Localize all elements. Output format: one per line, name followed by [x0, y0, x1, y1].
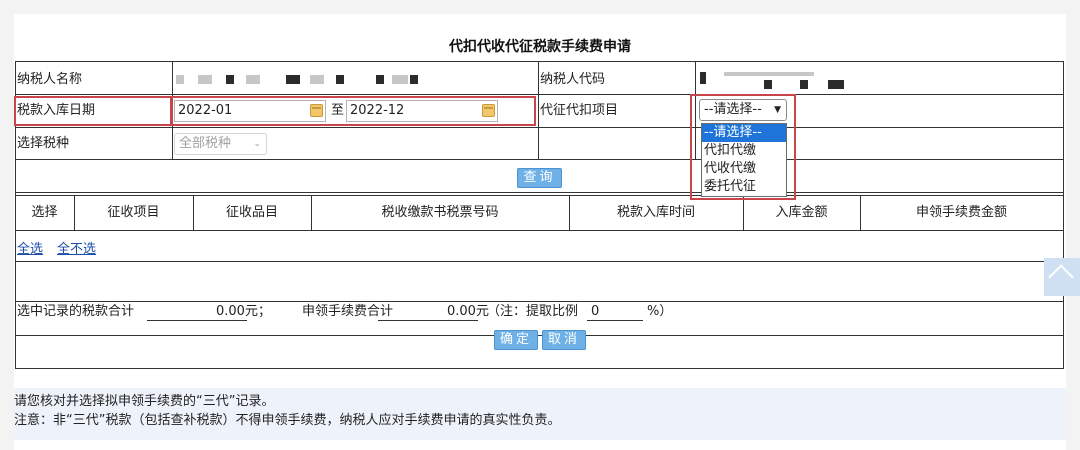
grid-line	[16, 230, 1063, 231]
project-option-withhold[interactable]: 代扣代缴	[702, 142, 786, 160]
redacted-taxpayer-code	[700, 72, 706, 84]
grid-line	[16, 94, 1063, 95]
select-all-link[interactable]: 全选	[17, 238, 43, 257]
taxpayer-name-label: 纳税人名称	[17, 72, 83, 87]
grid-line	[16, 192, 1063, 193]
taxpayer-code-label: 纳税人代码	[540, 72, 606, 87]
redacted-taxpayer-name	[176, 75, 184, 84]
redacted-taxpayer-name	[376, 75, 384, 84]
grid-line	[16, 127, 1063, 128]
calendar-icon[interactable]	[482, 104, 495, 117]
grid-line	[16, 335, 1063, 336]
grid-line	[172, 127, 173, 159]
redacted-taxpayer-name	[310, 75, 324, 84]
project-option-please-select[interactable]: --请选择--	[702, 124, 786, 142]
column-header-tax-date: 税款入库时间	[616, 205, 695, 220]
project-option-entrusted[interactable]: 委托代征	[702, 178, 786, 196]
notes-panel: 请您核对并选择拟申领手续费的“三代”记录。 注意：非“三代”税款（包括查补税款）…	[14, 388, 1066, 440]
back-to-top-icon	[1048, 264, 1074, 290]
redacted-taxpayer-name	[286, 75, 300, 84]
chevron-down-icon: ⌄	[253, 139, 261, 149]
ratio-suffix: %）	[647, 304, 673, 319]
ratio-value: 0	[591, 304, 600, 319]
redacted-taxpayer-code	[828, 80, 844, 89]
redacted-taxpayer-name	[336, 75, 344, 84]
column-header-levy-item: 征收品目	[225, 205, 278, 220]
grid-line	[16, 159, 1063, 160]
redacted-taxpayer-code	[800, 80, 808, 89]
tax-type-label: 选择税种	[17, 136, 70, 151]
tax-date-label: 税款入库日期	[17, 103, 96, 118]
date-to-input[interactable]: 2022-12	[346, 100, 498, 122]
date-to-value: 2022-12	[350, 103, 405, 118]
grid-line	[16, 261, 1063, 262]
grid-line	[16, 301, 1063, 302]
redacted-taxpayer-code	[724, 72, 814, 76]
tax-type-select-value: 全部税种	[179, 136, 232, 151]
redacted-taxpayer-name	[198, 75, 212, 84]
redacted-taxpayer-code	[764, 80, 772, 89]
query-button[interactable]: 查询	[517, 168, 562, 188]
grid-line	[16, 195, 1063, 196]
project-option-collect[interactable]: 代收代缴	[702, 160, 786, 178]
project-label: 代征代扣项目	[540, 103, 619, 118]
redacted-taxpayer-name	[410, 75, 418, 84]
back-to-top-button[interactable]	[1044, 258, 1080, 296]
tax-total-label: 选中记录的税款合计	[17, 304, 135, 319]
ratio-prefix: （注：提取比例	[487, 304, 579, 319]
calendar-icon[interactable]	[310, 104, 323, 117]
date-from-input[interactable]: 2022-01	[174, 100, 326, 122]
tax-fee-application-page: 代扣代收代征税款手续费申请 纳税人名称 纳税人代码 税款入库日期 2022-01…	[14, 14, 1066, 450]
select-none-link[interactable]: 全不选	[57, 238, 96, 257]
grid-line	[538, 62, 539, 159]
note-line-1: 请您核对并选择拟申领手续费的“三代”记录。	[14, 394, 275, 409]
column-header-ticket-number: 税收缴款书税票号码	[381, 205, 499, 220]
column-header-amount: 入库金额	[775, 205, 828, 220]
confirm-button[interactable]: 确定	[494, 330, 538, 350]
redacted-taxpayer-name	[392, 75, 408, 84]
page-title: 代扣代收代征税款手续费申请	[449, 39, 631, 55]
cancel-button[interactable]: 取消	[542, 330, 586, 350]
ratio-underline	[587, 320, 643, 321]
redacted-taxpayer-name	[226, 75, 234, 84]
column-header-levy-project: 征收项目	[107, 205, 160, 220]
date-to-label: 至	[331, 103, 345, 118]
column-header-select: 选择	[31, 205, 58, 220]
tax-type-select[interactable]: 全部税种 ⌄	[174, 133, 267, 155]
project-dropdown-list: --请选择-- 代扣代缴 代收代缴 委托代征	[701, 123, 787, 197]
fee-total-label: 申领手续费合计	[302, 304, 394, 319]
redacted-taxpayer-name	[246, 75, 260, 84]
fee-total-value: 0.00元	[447, 304, 489, 319]
note-line-2: 注意：非“三代”税款（包括查补税款）不得申领手续费，纳税人应对手续费申请的真实性…	[14, 413, 561, 428]
tax-total-value: 0.00元；	[216, 304, 271, 319]
column-header-fee-amount: 申领手续费金额	[915, 205, 1007, 220]
date-from-value: 2022-01	[178, 103, 233, 118]
